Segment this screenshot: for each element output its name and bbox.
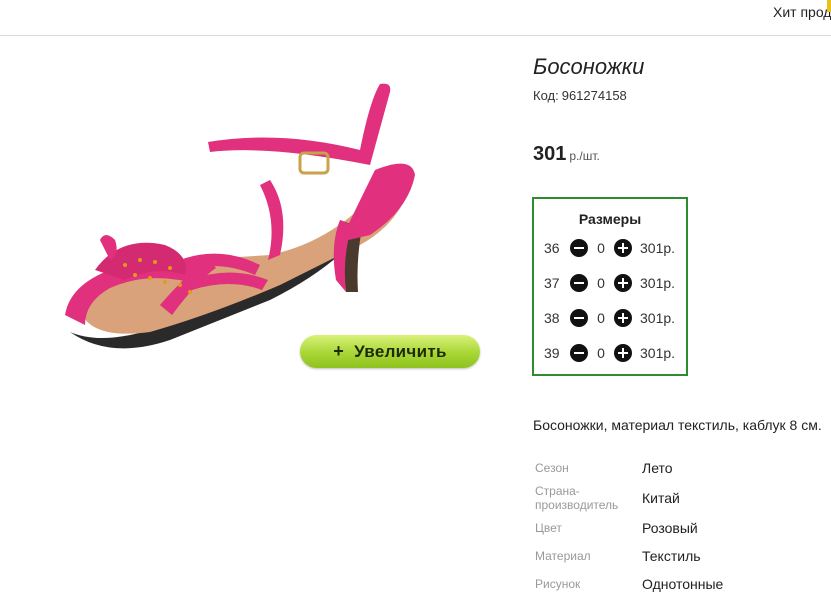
- size-number: 39: [544, 345, 560, 361]
- property-label: Цвет: [535, 521, 562, 535]
- minus-icon: [574, 317, 584, 319]
- product-code: Код: 961274158: [533, 88, 627, 103]
- minus-icon: [574, 352, 584, 354]
- increase-quantity-button[interactable]: [614, 344, 632, 362]
- size-row: 37 0 301р.: [544, 273, 675, 293]
- size-number: 37: [544, 275, 560, 291]
- plus-icon: +: [333, 341, 345, 361]
- size-price: 301р.: [640, 240, 676, 256]
- product-code-label: Код:: [533, 88, 559, 103]
- product-code-value: 961274158: [561, 88, 627, 103]
- size-price: 301р.: [640, 310, 676, 326]
- increase-quantity-button[interactable]: [614, 239, 632, 257]
- property-value: Китай: [642, 490, 680, 506]
- product-price: 301 р./шт.: [533, 143, 600, 166]
- price-value: 301: [533, 143, 567, 165]
- property-value: Лето: [642, 460, 673, 476]
- property-value: Розовый: [642, 520, 698, 536]
- decrease-quantity-button[interactable]: [570, 309, 588, 327]
- increase-quantity-button[interactable]: [614, 309, 632, 327]
- size-number: 38: [544, 310, 560, 326]
- size-row: 38 0 301р.: [544, 308, 675, 328]
- top-accent-mark: [827, 0, 831, 12]
- quantity-value: 0: [597, 275, 605, 291]
- size-row: 36 0 301р.: [544, 238, 675, 258]
- price-unit: р./шт.: [569, 149, 600, 163]
- decrease-quantity-button[interactable]: [570, 344, 588, 362]
- product-description: Босоножки, материал текстиль, каблук 8 с…: [533, 417, 822, 433]
- sizes-selector: Размеры 36 0 301р. 37 0 301р. 38 0 301р.…: [532, 197, 688, 376]
- property-label: Материал: [535, 549, 591, 563]
- property-label: Сезон: [535, 461, 569, 475]
- decrease-quantity-button[interactable]: [570, 239, 588, 257]
- top-bar: Хит прод: [0, 0, 831, 36]
- top-nav-link[interactable]: Хит прод: [773, 4, 831, 20]
- minus-icon: [574, 282, 584, 284]
- property-value: Однотонные: [642, 576, 724, 592]
- quantity-value: 0: [597, 345, 605, 361]
- zoom-button[interactable]: + Увеличить: [300, 335, 480, 368]
- pink-sandal-image: [65, 83, 415, 349]
- zoom-button-label: Увеличить: [354, 341, 447, 361]
- decrease-quantity-button[interactable]: [570, 274, 588, 292]
- property-label: Страна-производитель: [535, 484, 619, 512]
- quantity-value: 0: [597, 240, 605, 256]
- quantity-value: 0: [597, 310, 605, 326]
- size-price: 301р.: [640, 275, 676, 291]
- property-label: Рисунок: [535, 577, 581, 591]
- minus-icon: [574, 247, 584, 249]
- size-number: 36: [544, 240, 560, 256]
- product-image[interactable]: [40, 70, 480, 370]
- size-price: 301р.: [640, 345, 676, 361]
- increase-quantity-button[interactable]: [614, 274, 632, 292]
- product-title: Босоножки: [533, 54, 645, 79]
- sizes-title: Размеры: [578, 211, 642, 227]
- property-value: Текстиль: [642, 548, 701, 564]
- size-row: 39 0 301р.: [544, 343, 675, 363]
